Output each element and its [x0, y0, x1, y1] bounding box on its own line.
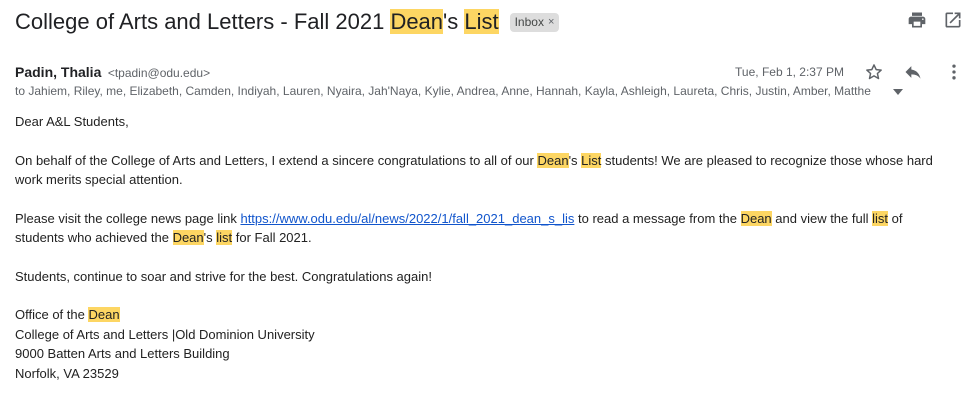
- paragraph-news-link: Please visit the college news page link …: [15, 209, 955, 248]
- search-highlight: Dean: [172, 230, 204, 245]
- news-page-link[interactable]: https://www.odu.edu/al/news/2022/1/fall_…: [240, 211, 574, 226]
- text-run: 's: [203, 230, 217, 245]
- subject-text-part: College of Arts and Letters - Fall 2021: [15, 9, 391, 34]
- search-highlight: Dean: [390, 9, 444, 34]
- paragraph-closing: Students, continue to soar and strive fo…: [15, 268, 432, 284]
- text-run: Please visit the college news page link: [15, 210, 241, 226]
- recipients-list: to Jahiem, Riley, me, Elizabeth, Camden,…: [15, 84, 871, 98]
- star-icon[interactable]: [864, 62, 884, 82]
- message-date: Tue, Feb 1, 2:37 PM: [735, 65, 844, 79]
- search-highlight: list: [216, 230, 233, 245]
- text-run: 's: [568, 152, 582, 168]
- text-run: to read a message from the: [574, 210, 741, 226]
- paragraph-congratulations: On behalf of the College of Arts and Let…: [15, 151, 955, 190]
- search-highlight: Dean: [88, 307, 120, 322]
- search-highlight: List: [581, 152, 602, 168]
- text-run: and view the full: [771, 210, 873, 226]
- signature-line-building: 9000 Batten Arts and Letters Building: [15, 346, 230, 361]
- remove-label-icon[interactable]: ×: [548, 16, 554, 28]
- print-icon[interactable]: [907, 10, 927, 30]
- more-options-icon[interactable]: [944, 62, 964, 82]
- search-highlight: Dean: [537, 152, 569, 168]
- signature-line-office: Office of the Dean: [15, 305, 955, 325]
- search-highlight: list: [872, 210, 888, 226]
- subject-text-part: 's: [443, 9, 465, 34]
- sender-email: <tpadin@odu.edu>: [107, 66, 211, 80]
- email-subject: College of Arts and Letters - Fall 2021 …: [15, 6, 560, 38]
- signature-line-city: Norfolk, VA 23529: [15, 365, 119, 381]
- email-body: Dear A&L Students, On behalf of the Coll…: [15, 112, 955, 383]
- show-details-caret-icon[interactable]: [893, 88, 903, 96]
- reply-icon[interactable]: [903, 62, 923, 82]
- email-view: College of Arts and Letters - Fall 2021 …: [0, 0, 969, 403]
- greeting-line: Dear A&L Students,: [15, 114, 129, 129]
- sender-info: Padin, Thalia <tpadin@odu.edu>: [15, 64, 210, 82]
- open-in-new-window-icon[interactable]: [943, 10, 963, 30]
- search-highlight: Dean: [740, 210, 772, 226]
- text-run: Office of the: [15, 307, 89, 322]
- text-run: for Fall 2021.: [232, 230, 312, 245]
- inbox-label-badge[interactable]: Inbox ×: [509, 12, 560, 32]
- subject-title: College of Arts and Letters - Fall 2021 …: [15, 9, 499, 35]
- sender-name[interactable]: Padin, Thalia: [15, 64, 101, 80]
- search-highlight: List: [464, 9, 499, 34]
- signature-line-college: College of Arts and Letters |Old Dominio…: [15, 326, 315, 342]
- inbox-label-text: Inbox: [514, 15, 544, 29]
- text-run: On behalf of the College of Arts and Let…: [15, 152, 538, 168]
